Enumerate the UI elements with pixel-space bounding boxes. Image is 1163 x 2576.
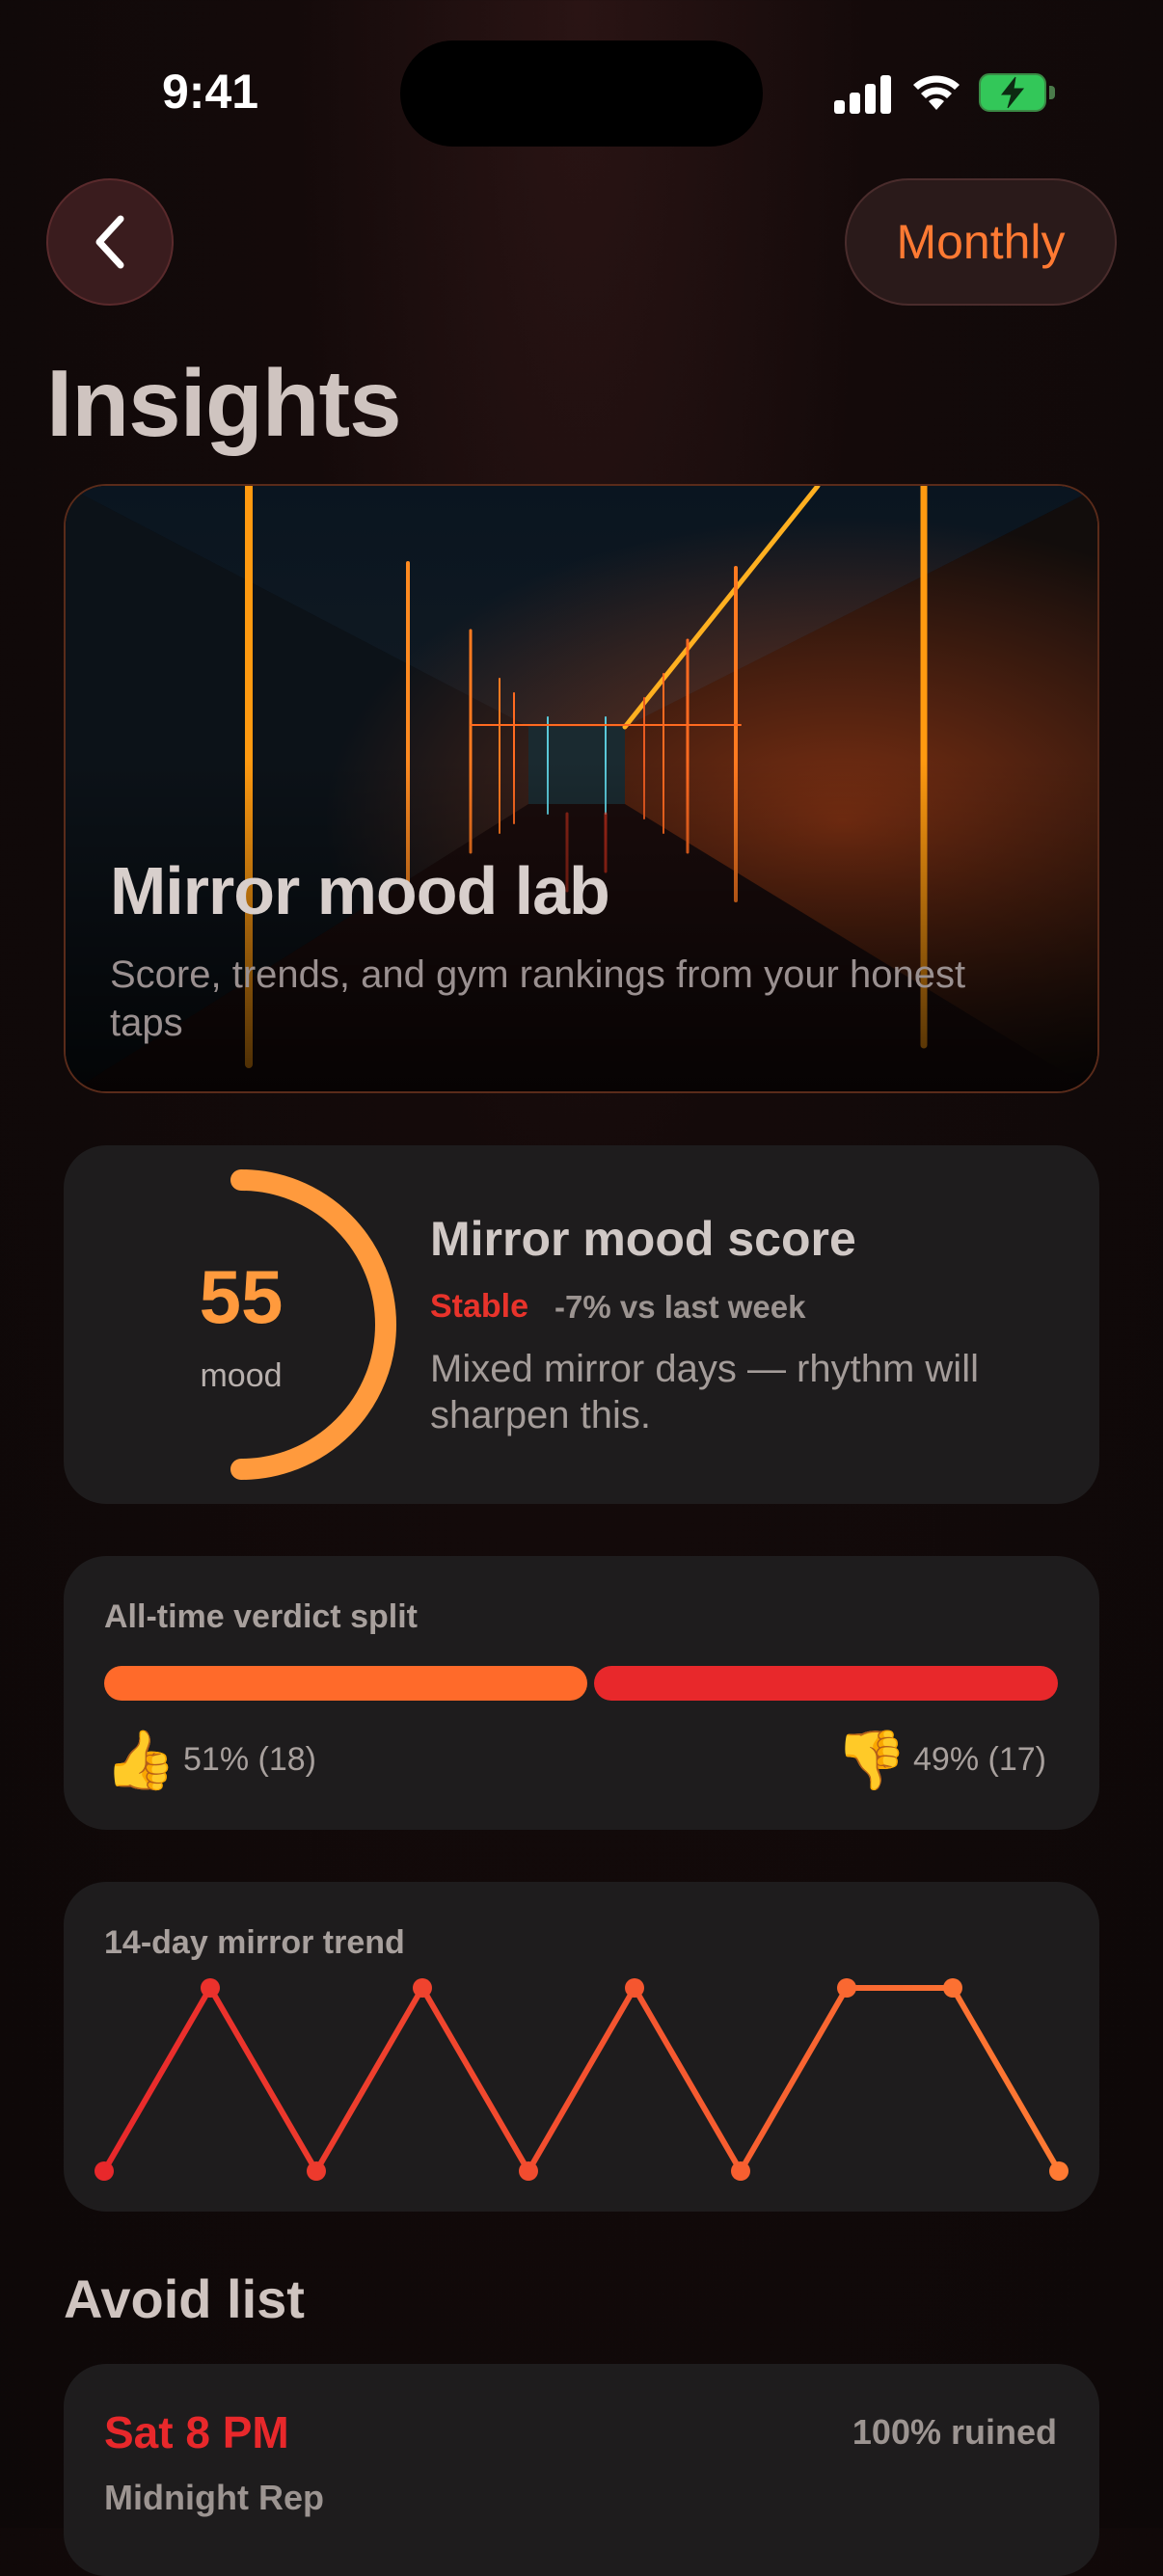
trend-point [201,1978,220,1998]
mood-score-title: Mirror mood score [430,1212,856,1266]
trend-point [307,2161,326,2181]
trend-line [101,1985,1062,2174]
chevron-left-icon [95,215,124,269]
status-time: 9:41 [162,65,259,119]
trend-point [413,1978,432,1998]
avoid-list-title: Avoid list [64,2268,305,2329]
verdict-split-label: All-time verdict split [104,1598,418,1635]
trend-chart [95,1978,1068,2181]
verdict-up-text: 51% (18) [183,1741,316,1778]
trend-point [943,1978,962,1998]
trend-point [625,1978,644,1998]
thumbs-up-icon: 👍 [104,1728,176,1792]
trend-point [95,2161,114,2181]
verdict-bar-negative [593,1666,1058,1701]
mood-delta-text: -7% vs last week [554,1289,806,1325]
trend-point [731,2161,750,2181]
avoid-item-name: Midnight Rep [104,2478,324,2517]
avoid-item-time: Sat 8 PM [104,2407,289,2457]
hero-subtitle: Score, trends, and gym rankings from you… [110,953,966,1044]
period-selector-button[interactable]: Monthly [845,178,1117,306]
hero-card: Mirror mood lab Score, trends, and gym r… [64,484,1099,1093]
trend-point [1049,2161,1068,2181]
page-title: Insights [46,350,402,456]
thumbs-down-icon: 👎 [835,1728,907,1792]
verdict-bar-positive [104,1666,587,1701]
back-button[interactable] [46,178,174,306]
dynamic-island [400,40,763,147]
signal-icon [834,73,892,114]
avoid-list-item[interactable] [64,2364,1099,2576]
battery-icon [979,73,1058,114]
hero-title: Mirror mood lab [110,853,610,928]
mood-score-value: 55 [199,1254,284,1339]
avoid-item-percent: 100% ruined [852,2412,1057,2452]
trend-point [519,2161,538,2181]
wifi-icon [913,75,960,110]
mood-score-unit: mood [200,1357,283,1394]
mood-description: Mixed mirror days — rhythm will sharpen … [430,1348,979,1436]
verdict-down-text: 49% (17) [913,1741,1046,1778]
trend-point [837,1978,856,1998]
mood-status-badge: Stable [430,1288,529,1325]
